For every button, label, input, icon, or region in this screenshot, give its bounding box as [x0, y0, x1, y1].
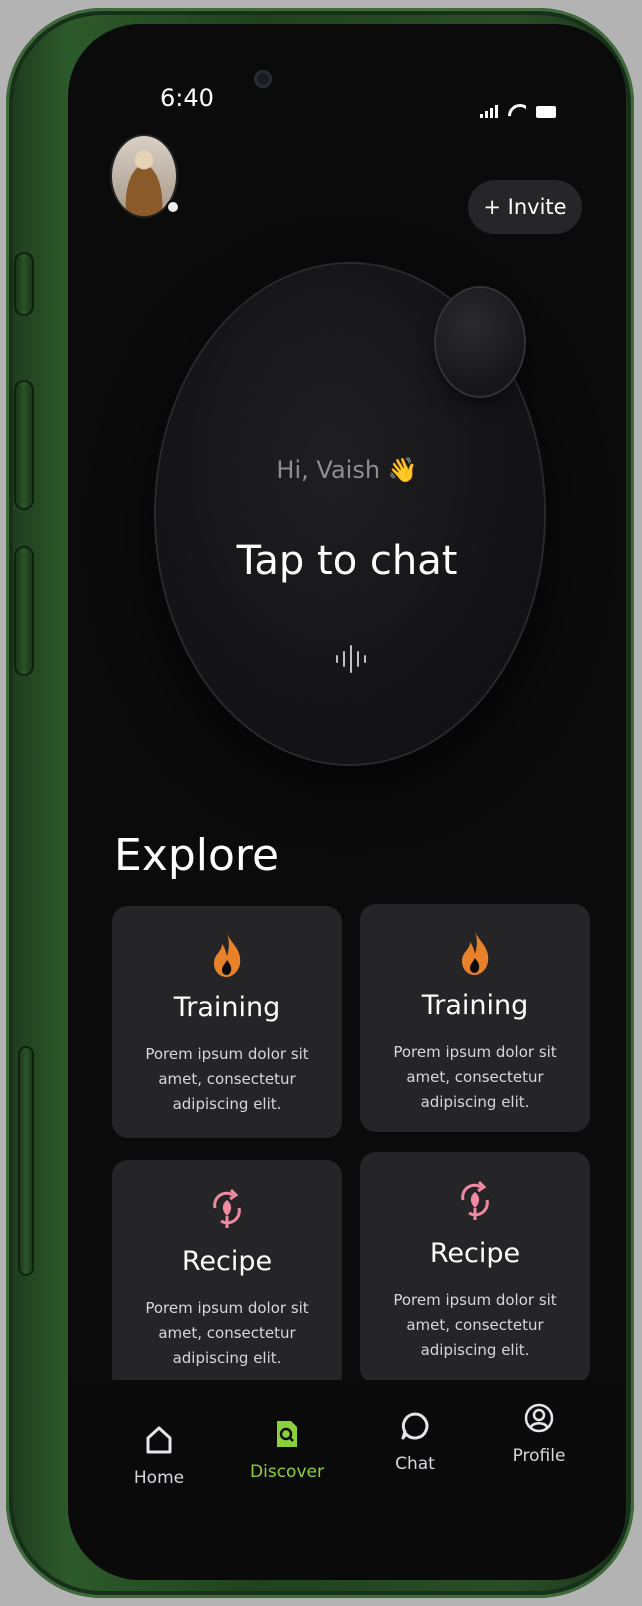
status-time: 6:40 — [160, 84, 214, 112]
silent-switch — [14, 252, 34, 316]
flame-icon — [112, 932, 342, 978]
nav-item-discover[interactable]: Discover — [242, 1414, 332, 1482]
status-icons — [480, 104, 556, 118]
home-icon — [145, 1420, 173, 1460]
nav-label: Home — [133, 1468, 185, 1488]
front-camera — [254, 70, 272, 88]
chat-icon — [400, 1406, 430, 1446]
tap-to-chat-label[interactable]: Tap to chat — [68, 538, 626, 584]
greeting-text: Hi, Vaish 👋 — [276, 456, 418, 484]
explore-heading: Explore — [114, 830, 280, 881]
invite-button[interactable]: + Invite — [468, 180, 582, 234]
nav-item-chat[interactable]: Chat — [370, 1406, 460, 1474]
card-description: Porem ipsum dolor sit amet, consectetur … — [145, 1299, 309, 1367]
volume-up-button — [14, 380, 34, 510]
card-description: Porem ipsum dolor sit amet, consectetur … — [145, 1045, 309, 1113]
card-title: Recipe — [181, 1246, 273, 1277]
recipe-icon — [360, 1178, 590, 1224]
explore-card-training[interactable]: Training Porem ipsum dolor sit amet, con… — [112, 906, 342, 1138]
battery-icon — [536, 106, 556, 118]
bottom-nav: Home Discover Chat Profile — [68, 1380, 626, 1580]
nav-label: Discover — [250, 1462, 324, 1482]
wifi-icon — [508, 104, 526, 118]
card-title: Training — [421, 990, 529, 1021]
nav-item-profile[interactable]: Profile — [494, 1398, 584, 1466]
volume-down-button — [14, 546, 34, 676]
card-title: Training — [173, 992, 281, 1023]
app-screen: 6:40 + Invite Hi, Vaish 👋 Tap to chat Ex… — [68, 24, 626, 1580]
online-status-dot — [166, 200, 180, 214]
explore-card-recipe[interactable]: Recipe Porem ipsum dolor sit amet, conse… — [112, 1160, 342, 1392]
discover-icon — [275, 1414, 299, 1454]
explore-card-recipe[interactable]: Recipe Porem ipsum dolor sit amet, conse… — [360, 1152, 590, 1384]
card-description: Porem ipsum dolor sit amet, consectetur … — [393, 1043, 557, 1111]
voice-wave-icon — [336, 644, 366, 674]
recipe-icon — [112, 1186, 342, 1232]
nav-label: Chat — [395, 1454, 435, 1474]
invite-label: + Invite — [483, 195, 567, 219]
decorative-bubble — [436, 288, 524, 396]
card-title: Recipe — [429, 1238, 521, 1269]
sim-tray — [18, 1046, 34, 1276]
profile-icon — [523, 1398, 555, 1438]
explore-card-training[interactable]: Training Porem ipsum dolor sit amet, con… — [360, 904, 590, 1132]
card-description: Porem ipsum dolor sit amet, consectetur … — [393, 1291, 557, 1359]
signal-icon — [480, 105, 498, 118]
flame-icon — [360, 930, 590, 976]
nav-label: Profile — [512, 1446, 566, 1466]
nav-item-home[interactable]: Home — [114, 1420, 204, 1488]
